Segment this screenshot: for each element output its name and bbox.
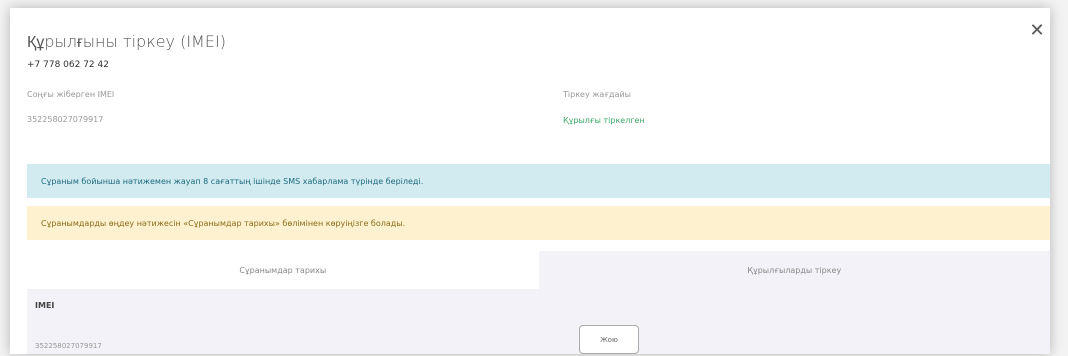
modal-title: Құрылғыны тіркеу (IMEI) xyxy=(27,32,226,51)
close-icon[interactable]: ✕ xyxy=(1028,22,1046,40)
device-registration-panel: IMEI 352258027079917 Жою xyxy=(27,289,1050,354)
tab-device-registration[interactable]: Құрылғыларды тіркеу xyxy=(538,251,1050,289)
imei-row-value: 352258027079917 xyxy=(35,342,102,350)
sms-info-text: Сұраным бойынша нәтижемен жауап 8 сағатт… xyxy=(41,176,424,186)
last-imei-label: Соңғы жіберген IMEI xyxy=(27,90,115,99)
imei-registration-modal: ✕ Құрылғыны тіркеу (IMEI) +7 778 062 72 … xyxy=(10,8,1050,354)
sms-info-alert: Сұраным бойынша нәтижемен жауап 8 сағатт… xyxy=(27,164,1050,198)
delete-button[interactable]: Жою xyxy=(579,325,639,354)
registration-status-value: Құрылғы тіркелген xyxy=(563,116,645,125)
phone-number: +7 778 062 72 42 xyxy=(27,60,109,70)
last-imei-value: 352258027079917 xyxy=(27,115,104,124)
registration-status-label: Тіркеу жағдайы xyxy=(563,90,631,99)
imei-column-header: IMEI xyxy=(35,301,55,310)
history-warning-alert: Сұранымдарды өңдеу нәтижесін «Сұранымдар… xyxy=(27,206,1050,240)
history-warning-text: Сұранымдарды өңдеу нәтижесін «Сұранымдар… xyxy=(41,218,406,228)
tab-requests-history[interactable]: Сұранымдар тарихы xyxy=(27,251,539,289)
tabs: Сұранымдар тарихы Құрылғыларды тіркеу xyxy=(27,251,1050,289)
